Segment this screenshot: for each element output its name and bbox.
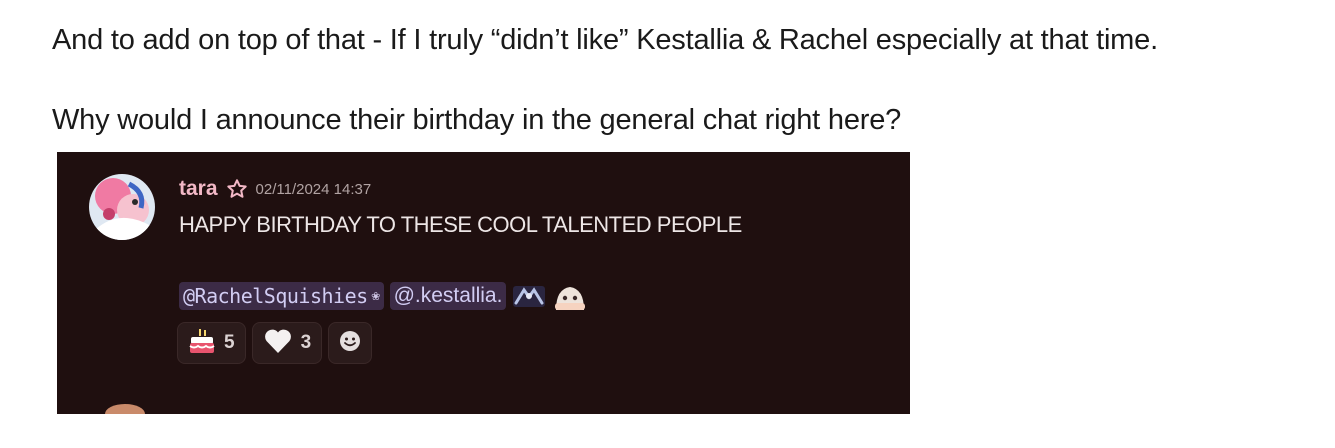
reactions-bar: 5 3 [177,322,373,364]
reaction-count: 3 [300,332,312,353]
chat-screenshot: tara 02/11/2024 14:37 HAPPY BIRTHDAY TO … [57,152,910,414]
mentions-line: @RachelSquishies ❀ @.kestallia. [179,281,588,311]
white-heart-icon [263,327,293,360]
handshake-emoji[interactable] [512,283,546,309]
mention-kestallia[interactable]: @.kestallia. [389,282,507,310]
add-reaction-button[interactable] [328,322,373,364]
message-header: tara 02/11/2024 14:37 [179,174,371,204]
star-outline-icon [226,178,248,200]
mention-label: @.kestallia. [393,284,503,307]
post-paragraph-2: Why would I announce their birthday in t… [52,104,902,136]
message-text: HAPPY BIRTHDAY TO THESE COOL TALENTED PE… [179,212,742,237]
timestamp: 02/11/2024 14:37 [255,180,372,198]
post-paragraph-1: And to add on top of that - If I truly “… [52,24,1158,56]
username[interactable]: tara [179,177,218,201]
reaction-heart[interactable]: 3 [251,322,323,364]
birthday-cake-icon [188,327,216,360]
next-message-avatar [105,404,145,414]
reaction-cake[interactable]: 5 [177,322,246,364]
add-reaction-icon [338,329,362,358]
avatar[interactable] [89,174,155,240]
peeking-emoji[interactable] [552,281,588,311]
mention-rachelsquishies[interactable]: @RachelSquishies ❀ [179,282,384,310]
reaction-count: 5 [224,332,235,353]
mention-label: @RachelSquishies [183,284,368,308]
flower-icon: ❀ [371,288,380,304]
